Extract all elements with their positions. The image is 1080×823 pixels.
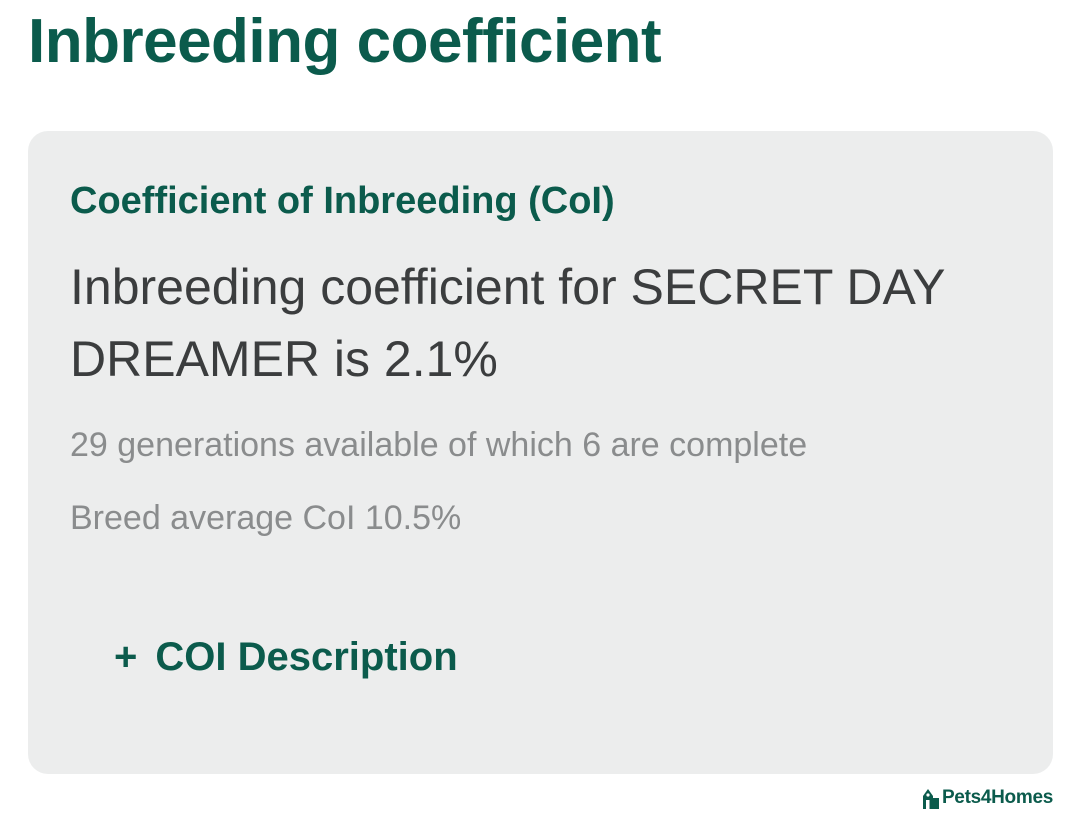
pets4homes-logo-icon xyxy=(922,786,940,810)
brand-name: Pets4Homes xyxy=(941,787,1053,808)
plus-icon: + xyxy=(114,635,138,679)
coi-card: Coefficient of Inbreeding (CoI) Inbreedi… xyxy=(28,131,1053,774)
generations-text: 29 generations available of which 6 are … xyxy=(70,426,808,464)
coi-description-toggle[interactable]: + COI Description xyxy=(114,631,458,683)
breed-average-text: Breed average CoI 10.5% xyxy=(70,499,462,537)
coi-description-label: COI Description xyxy=(155,635,458,679)
coi-result-text: Inbreeding coefficient for SECRET DAY DR… xyxy=(70,259,945,387)
page-title: Inbreeding coefficient xyxy=(28,7,662,76)
brand-logo: Pets4Homes xyxy=(922,786,1053,810)
card-heading: Coefficient of Inbreeding (CoI) xyxy=(70,180,615,222)
